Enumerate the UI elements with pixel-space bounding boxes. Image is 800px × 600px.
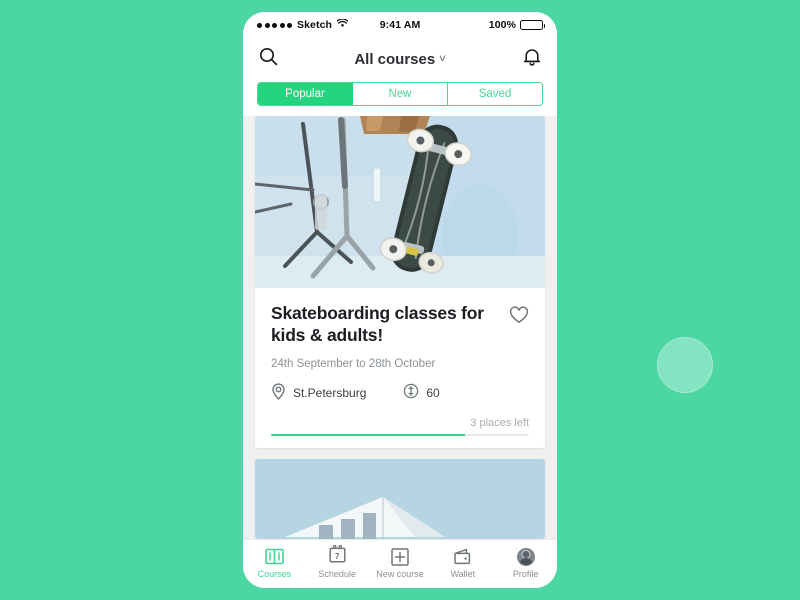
avatar [516, 547, 535, 566]
phone-frame: Sketch 9:41 AM 100% All courses ˅ Popula… [243, 12, 557, 588]
heart-outline-icon [509, 306, 529, 328]
calendar-icon: 7 [329, 544, 346, 566]
course-title: Skateboarding classes for kids & adults! [271, 303, 484, 346]
book-open-icon [265, 547, 284, 566]
course-location: St.Petersburg [271, 383, 366, 403]
places-progress-track [271, 433, 529, 436]
tab-profile[interactable]: Profile [494, 547, 557, 579]
wifi-icon [336, 18, 349, 31]
battery-percent-label: 100% [488, 19, 517, 31]
tab-label-courses: Courses [257, 569, 292, 579]
coin-icon [403, 383, 419, 402]
bottom-tab-bar: Courses 7 Schedule New course Wallet Pro… [243, 539, 557, 588]
tab-label-new-course: New course [376, 569, 424, 579]
course-card[interactable] [255, 458, 545, 539]
tab-courses[interactable]: Courses [243, 547, 306, 579]
carrier-label: Sketch [297, 19, 333, 31]
tab-label-schedule: Schedule [318, 569, 356, 579]
course-card[interactable]: Skateboarding classes for kids & adults!… [255, 116, 545, 448]
tab-label-wallet: Wallet [450, 569, 476, 579]
plus-square-icon [391, 547, 409, 566]
courses-filter-segmented-control[interactable]: Popular New Saved [257, 82, 543, 106]
search-icon [259, 47, 278, 71]
course-card-header: Skateboarding classes for kids & adults! [271, 302, 529, 347]
signal-strength-icon [257, 22, 292, 28]
battery-full-icon [520, 20, 546, 30]
places-progress-fill [271, 433, 465, 436]
segment-saved[interactable]: Saved [448, 83, 542, 105]
course-price-label: 60 [426, 385, 440, 400]
tab-schedule[interactable]: 7 Schedule [306, 544, 369, 579]
course-availability: 3 places left [271, 417, 529, 436]
course-price: 60 [403, 383, 440, 402]
search-button[interactable] [259, 47, 299, 71]
chevron-down-icon: ˅ [439, 52, 446, 65]
skateboard-photo [255, 116, 545, 288]
status-bar-time: 9:41 AM [379, 19, 421, 31]
course-location-label: St.Petersburg [293, 385, 367, 400]
segment-popular[interactable]: Popular [258, 83, 353, 105]
course-meta-row: St.Petersburg 60 [271, 383, 529, 403]
course-card-body: Skateboarding classes for kids & adults!… [255, 288, 545, 448]
places-left-label: 3 places left [470, 416, 529, 429]
notifications-button[interactable] [501, 47, 541, 72]
status-bar-left: Sketch [257, 18, 380, 31]
tab-label-profile: Profile [512, 569, 539, 579]
segment-new[interactable]: New [353, 83, 448, 105]
status-bar-right: 100% [420, 19, 546, 31]
courses-filter-dropdown[interactable]: All courses ˅ [299, 51, 501, 68]
navigation-bar: All courses ˅ [243, 38, 557, 80]
calendar-day-badge: 7 [334, 552, 340, 561]
page-title: All courses [354, 50, 436, 68]
map-pin-icon [271, 383, 286, 403]
course-dates: 24th September to 28th October [271, 357, 436, 370]
bell-icon [523, 47, 541, 72]
cursor-touch-indicator [657, 337, 713, 393]
wallet-icon [453, 547, 472, 566]
course-feed-scroll[interactable]: Skateboarding classes for kids & adults!… [243, 116, 557, 539]
favorite-button[interactable] [509, 302, 529, 329]
status-bar: Sketch 9:41 AM 100% [243, 12, 557, 38]
tab-new-course[interactable]: New course [369, 547, 432, 579]
avatar-icon [516, 547, 535, 566]
white-building-photo [255, 458, 545, 539]
tab-wallet[interactable]: Wallet [431, 547, 494, 579]
